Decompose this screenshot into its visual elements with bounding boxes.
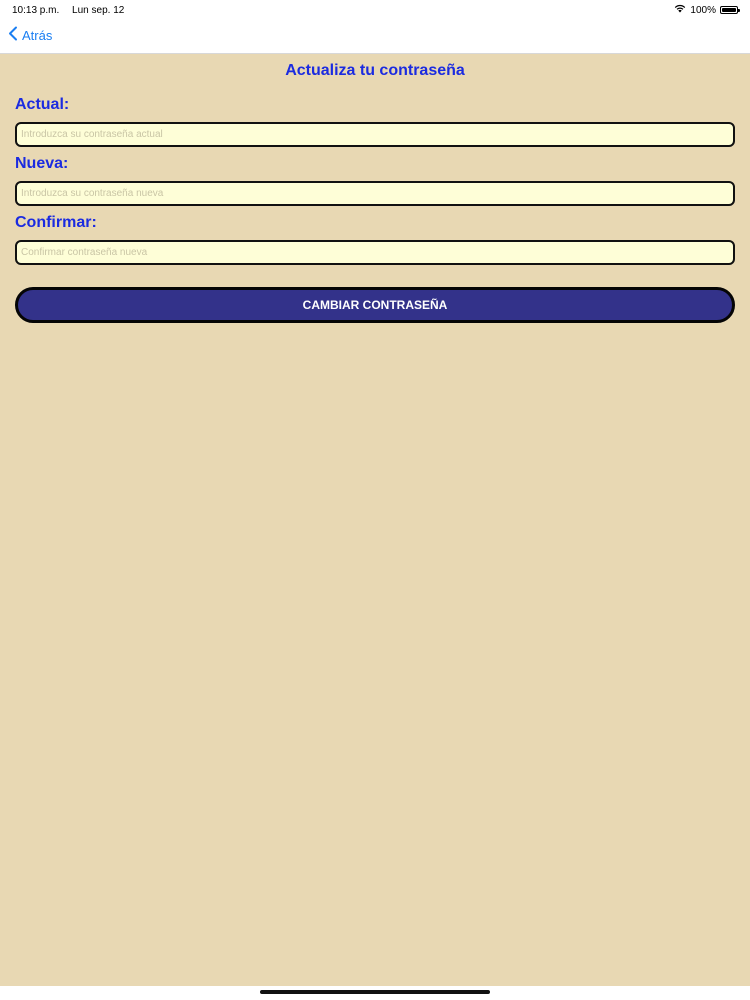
back-label: Atrás bbox=[22, 27, 53, 43]
page-title: Actualiza tu contraseña bbox=[285, 62, 465, 79]
battery-percent: 100% bbox=[690, 4, 716, 16]
confirm-password-input[interactable] bbox=[15, 240, 735, 265]
new-password-label: Nueva: bbox=[15, 155, 69, 172]
current-password-input[interactable] bbox=[15, 122, 735, 147]
status-right: 100% bbox=[674, 4, 740, 16]
change-password-button[interactable]: CAMBIAR CONTRASEÑA bbox=[15, 287, 735, 323]
new-password-input[interactable] bbox=[15, 181, 735, 206]
status-time: 10:13 p.m. bbox=[12, 4, 60, 16]
battery-level bbox=[722, 8, 736, 12]
chevron-left-icon bbox=[8, 26, 22, 44]
navigation-bar: Atrás bbox=[0, 20, 750, 54]
confirm-password-label: Confirmar: bbox=[15, 214, 97, 231]
screen: 10:13 p.m. Lun sep. 12 100% Atrás Actual… bbox=[0, 0, 750, 1000]
wifi-icon bbox=[674, 4, 686, 16]
status-date: Lun sep. 12 bbox=[72, 4, 125, 16]
status-bar: 10:13 p.m. Lun sep. 12 100% bbox=[0, 0, 750, 20]
home-indicator[interactable] bbox=[260, 990, 490, 994]
status-left: 10:13 p.m. Lun sep. 12 bbox=[12, 5, 134, 16]
battery-icon bbox=[720, 6, 740, 14]
home-indicator-area bbox=[0, 986, 750, 1000]
current-password-label: Actual: bbox=[15, 96, 70, 113]
change-password-form: Actualiza tu contraseña Actual: Nueva: C… bbox=[0, 54, 750, 986]
back-button[interactable]: Atrás bbox=[8, 26, 52, 44]
